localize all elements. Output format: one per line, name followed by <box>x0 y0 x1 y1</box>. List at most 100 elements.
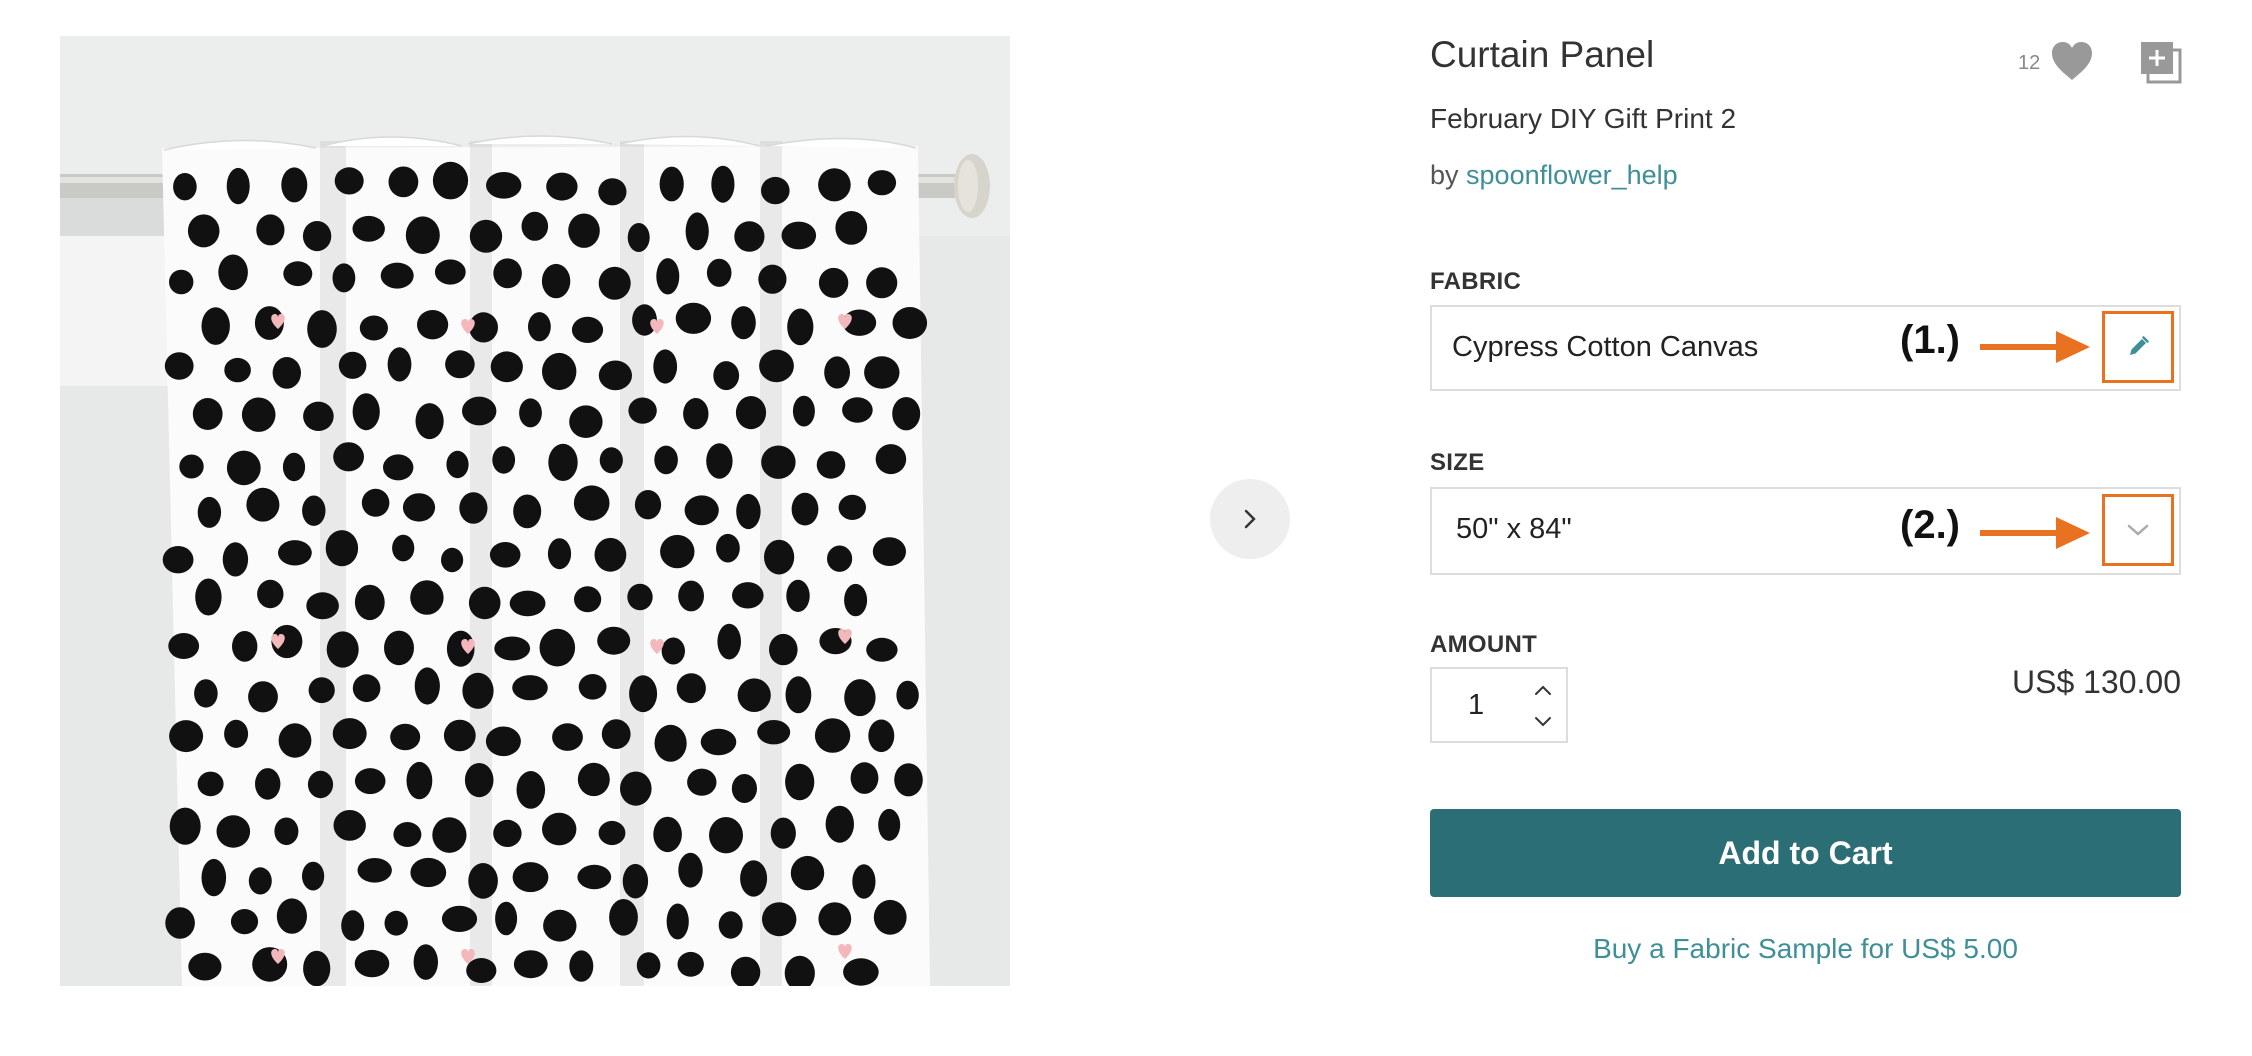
fabric-dot <box>241 397 276 432</box>
fabric-dot <box>568 213 600 248</box>
fabric-dot <box>894 763 923 797</box>
fabric-dot <box>852 864 876 899</box>
fabric-dot <box>622 863 649 899</box>
fabric-dot <box>162 546 194 574</box>
fabric-dot <box>302 861 325 891</box>
fabric-dot <box>892 307 928 339</box>
fabric-dot <box>571 316 604 343</box>
fabric-dot <box>598 178 627 206</box>
fabric-dot <box>731 306 756 340</box>
fabric-dot <box>224 357 251 383</box>
fabric-dot <box>684 495 719 526</box>
fabric-dot <box>573 485 610 521</box>
fabric-dot <box>660 534 695 569</box>
fabric-dot <box>666 903 689 940</box>
fabric-dot <box>410 857 447 888</box>
next-image-button[interactable] <box>1210 479 1290 559</box>
buy-sample-link[interactable]: Buy a Fabric Sample for US$ 5.00 <box>1430 933 2181 965</box>
fabric-dot <box>462 396 497 426</box>
add-to-collection-icon[interactable] <box>2140 40 2182 84</box>
chevron-up-icon <box>1535 685 1551 695</box>
fabric-dot <box>569 950 594 982</box>
fabric-dot <box>785 763 815 801</box>
fabric-dot <box>218 254 248 291</box>
fabric-dot <box>825 805 854 843</box>
fabric-dot <box>380 262 414 289</box>
fabric-dot <box>443 719 476 752</box>
fabric-dot <box>173 173 197 201</box>
fabric-dot <box>187 214 220 248</box>
fabric-dot <box>838 494 866 520</box>
fabric-dot <box>620 771 652 806</box>
fabric-dot <box>713 361 740 391</box>
fabric-dot <box>864 356 900 389</box>
fabric-dot <box>384 630 414 666</box>
fabric-dot <box>201 307 230 345</box>
fabric-dot <box>717 623 741 660</box>
fabric-dot <box>677 951 704 977</box>
fabric-dot <box>464 763 494 798</box>
fabric-dot <box>654 724 687 762</box>
quantity-increase-button[interactable] <box>1530 677 1556 703</box>
fabric-dot <box>896 680 919 710</box>
fabric-dot <box>390 723 421 751</box>
fabric-dot <box>636 952 661 979</box>
pencil-icon <box>2130 336 2149 355</box>
fabric-dot <box>352 393 380 431</box>
fabric-dot <box>283 261 313 287</box>
fabric-dot <box>661 637 685 665</box>
fabric-dot <box>740 860 768 897</box>
fabric-dot <box>352 215 385 242</box>
fabric-dot <box>736 493 761 530</box>
fabric-dot <box>201 858 227 897</box>
fabric-dot <box>332 263 356 293</box>
fabric-dot <box>599 447 623 474</box>
fabric-dot <box>195 578 222 616</box>
fabric-dot <box>306 592 339 620</box>
fabric-dot <box>325 530 359 567</box>
quantity-decrease-button[interactable] <box>1530 709 1556 735</box>
fabric-dot <box>685 212 709 251</box>
fabric-dot <box>716 533 740 563</box>
fabric-dot <box>824 356 850 389</box>
fabric-dot <box>272 357 301 389</box>
fabric-dot <box>598 820 626 846</box>
fabric-dot <box>168 633 200 659</box>
fabric-dot <box>687 768 717 796</box>
fabric-dot <box>179 454 204 479</box>
size-label: SIZE <box>1430 449 1485 476</box>
edit-fabric-button[interactable] <box>2102 311 2174 383</box>
fabric-dot <box>406 761 433 800</box>
size-dropdown-button[interactable] <box>2102 494 2174 566</box>
fabric-dot <box>224 719 249 749</box>
fabric-dot <box>468 586 501 620</box>
fabric-dot <box>758 264 787 294</box>
fabric-dot <box>867 170 897 196</box>
fabric-dot <box>255 768 281 800</box>
fabric-dot <box>354 949 390 978</box>
fabric-dot <box>281 167 308 203</box>
designer-link[interactable]: spoonflower_help <box>1466 160 1678 190</box>
fabric-dot <box>653 349 678 384</box>
fabric-dot <box>569 405 603 439</box>
quantity-stepper[interactable]: 1 <box>1430 667 1568 743</box>
fabric-dot <box>709 817 743 854</box>
fabric-dot <box>303 950 331 986</box>
fabric-dot <box>446 450 469 479</box>
fabric-dot <box>528 312 551 342</box>
fabric-dot <box>732 582 764 609</box>
fabric-dot <box>384 910 408 936</box>
fabric-dot <box>169 807 201 845</box>
fabric-dot <box>731 774 758 803</box>
step-1-label: (1.) <box>1900 318 1960 362</box>
fabric-dot <box>609 899 638 936</box>
fabric-dot <box>868 719 895 753</box>
fabric-dot <box>628 397 657 424</box>
fabric-dot <box>818 902 852 936</box>
fabric-dot <box>352 674 381 703</box>
fabric-dot <box>361 488 390 517</box>
add-to-cart-button[interactable]: Add to Cart <box>1430 809 2181 897</box>
fabric-dot <box>866 267 898 299</box>
heart-icon[interactable] <box>2050 40 2094 82</box>
fabric-dot <box>542 352 577 391</box>
